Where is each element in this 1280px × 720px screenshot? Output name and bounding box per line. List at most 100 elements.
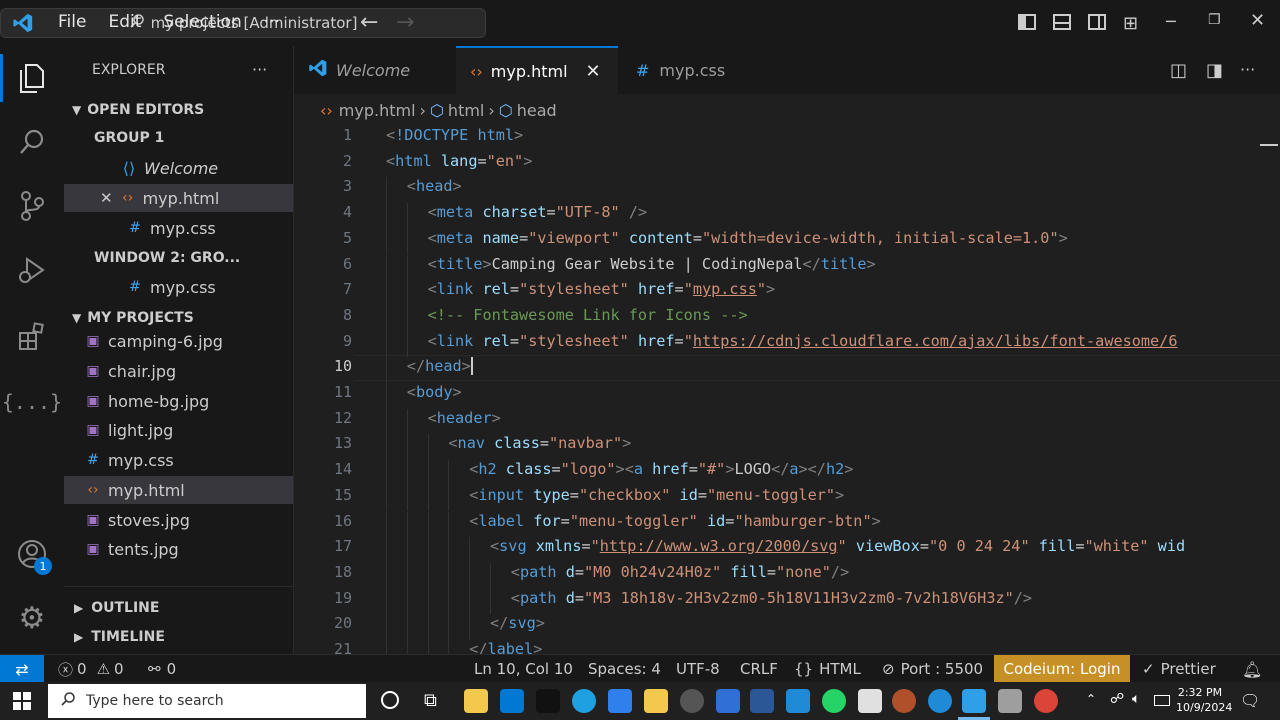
encoding[interactable]: UTF-8 <box>676 655 720 683</box>
open-editor-item[interactable]: ⟨⟩ Welcome <box>64 154 293 182</box>
menu-selection[interactable]: Selection <box>163 12 241 32</box>
code-line[interactable]: <!-- Fontawesome Link for Icons --> <box>428 306 748 324</box>
code-line[interactable]: <nav class="navbar"> <box>448 434 631 452</box>
problems-indicator[interactable]: ⓧ 0 ⚠ 0 <box>58 655 124 683</box>
breadcrumb-file[interactable]: myp.html <box>339 101 416 120</box>
tab-myp-html[interactable]: ‹› myp.html ✕ <box>456 46 618 94</box>
timeline-header[interactable]: ▶ TIMELINE <box>64 623 293 651</box>
menu-more[interactable]: ··· <box>264 12 280 32</box>
code-line[interactable]: <link rel="stylesheet" href="myp.css"> <box>428 280 776 298</box>
edge-icon[interactable] <box>572 689 596 713</box>
customize-layout-icon[interactable]: ⊞ <box>1123 13 1138 34</box>
live-server-port[interactable]: ⊘ Port : 5500 <box>882 655 983 683</box>
code-line[interactable]: <path d="M0 0h24v24H0z" fill="none"/> <box>511 563 849 581</box>
network-icon[interactable]: ☍ <box>1110 691 1124 707</box>
indentation[interactable]: Spaces: 4 <box>588 655 661 683</box>
settings-gear-icon[interactable]: ⚙ <box>14 600 50 636</box>
search-view-icon[interactable] <box>14 124 50 160</box>
file-item[interactable]: ▣ tents.jpg <box>64 535 293 563</box>
notification-center-icon[interactable]: 🗨︎ <box>1240 691 1260 710</box>
cursor-position[interactable]: Ln 10, Col 10 <box>474 655 573 683</box>
open-editor-item[interactable]: # myp.css <box>64 273 293 301</box>
open-preview-icon[interactable]: ◫ <box>1170 60 1187 81</box>
cortana-icon[interactable] <box>381 691 399 709</box>
toggle-primary-sidebar-icon[interactable] <box>1018 14 1036 30</box>
code-line[interactable]: <link rel="stylesheet" href="https://cdn… <box>428 332 1178 350</box>
taskbar-clock[interactable]: 2:32 PM 10/9/2024 <box>1176 685 1232 715</box>
breadcrumb-head[interactable]: head <box>517 101 557 120</box>
source-control-icon[interactable] <box>14 188 50 224</box>
code-line[interactable]: <meta name="viewport" content="width=dev… <box>428 229 1068 247</box>
chrome-icon[interactable] <box>1034 689 1058 713</box>
minimize-icon[interactable]: ─ <box>1166 12 1176 31</box>
code-line[interactable]: <path d="M3 18h18v-2H3v2zm0-5h18V11H3v2z… <box>511 589 1032 607</box>
app-icon[interactable] <box>998 689 1022 713</box>
explorer-more-button[interactable]: ··· <box>252 60 267 79</box>
code-line[interactable]: <h2 class="logo"><a href="#">LOGO</a></h… <box>469 460 853 478</box>
breadcrumb-html[interactable]: html <box>448 101 484 120</box>
volume-icon[interactable]: 🔈︎ <box>1132 691 1140 707</box>
code-line[interactable]: <label for="menu-toggler" id="hamburger-… <box>469 512 881 530</box>
file-explorer-icon[interactable] <box>644 689 668 713</box>
windows-start-icon[interactable] <box>13 692 31 710</box>
extensions-icon[interactable] <box>14 318 50 354</box>
app-icon[interactable] <box>858 689 882 713</box>
app-icon[interactable] <box>786 689 810 713</box>
code-line[interactable]: <title>Camping Gear Website | CodingNepa… <box>428 255 876 273</box>
prettier-status[interactable]: ✓ Prettier <box>1142 655 1216 683</box>
tab-welcome[interactable]: Welcome <box>294 46 454 94</box>
outline-header[interactable]: ▶ OUTLINE <box>64 594 293 622</box>
ports-indicator[interactable]: ⚯ 0 <box>148 655 176 683</box>
task-view-icon[interactable]: ⧉ <box>424 690 437 711</box>
run-debug-icon[interactable] <box>14 252 50 288</box>
restore-icon[interactable]: ❐ <box>1208 12 1221 28</box>
taskbar-search-box[interactable]: Type here to search <box>48 684 366 718</box>
app-icon[interactable] <box>500 689 524 713</box>
json-tools-icon[interactable]: {...} <box>2 384 62 420</box>
file-item[interactable]: ‹› myp.html <box>64 476 293 504</box>
code-line[interactable]: </label> <box>469 640 542 654</box>
code-line[interactable]: <meta charset="UTF-8" /> <box>428 203 648 221</box>
file-item[interactable]: ▣ home-bg.jpg <box>64 387 293 415</box>
chevron-up-icon[interactable]: ⌃ <box>1086 692 1096 706</box>
mail-icon[interactable] <box>608 689 632 713</box>
split-editor-icon[interactable]: ◨ <box>1206 60 1223 81</box>
code-line[interactable]: <header> <box>428 409 501 427</box>
close-tab-icon[interactable]: ✕ <box>586 61 601 82</box>
code-line[interactable]: <body> <box>407 383 462 401</box>
file-item[interactable]: ▣ camping-6.jpg <box>64 327 293 355</box>
code-line[interactable]: <html lang="en"> <box>386 152 532 170</box>
editor-scrollbar[interactable] <box>1260 144 1278 146</box>
editor-more-icon[interactable]: ··· <box>1240 60 1255 79</box>
close-window-icon[interactable]: ✕ <box>1250 10 1265 31</box>
app-icon[interactable] <box>716 689 740 713</box>
remote-indicator[interactable]: ⇄ <box>0 655 44 683</box>
line-ending[interactable]: CRLF <box>740 655 778 683</box>
app-icon[interactable] <box>680 689 704 713</box>
codeium-login[interactable]: Codeium: Login <box>994 655 1130 683</box>
file-item[interactable]: # myp.css <box>64 446 293 474</box>
word-icon[interactable] <box>750 689 774 713</box>
code-line[interactable]: </head> <box>407 357 473 376</box>
file-item[interactable]: ▣ light.jpg <box>64 416 293 444</box>
vscode-taskbar-icon[interactable] <box>962 689 986 713</box>
app-icon[interactable] <box>892 689 916 713</box>
battery-icon[interactable] <box>1154 695 1170 706</box>
explorer-icon[interactable] <box>14 60 50 96</box>
close-icon[interactable]: ✕ <box>100 189 113 207</box>
code-line[interactable]: <svg xmlns="http://www.w3.org/2000/svg" … <box>490 537 1185 555</box>
code-line[interactable]: <!DOCTYPE html> <box>386 126 523 144</box>
app-icon[interactable] <box>464 689 488 713</box>
file-item[interactable]: ▣ stoves.jpg <box>64 506 293 534</box>
code-line[interactable]: <head> <box>407 177 462 195</box>
menu-file[interactable]: File <box>58 12 86 32</box>
open-editor-item[interactable]: ✕ ‹› myp.html <box>64 184 293 212</box>
file-item[interactable]: ▣ chair.jpg <box>64 357 293 385</box>
code-editor[interactable]: 1 <!DOCTYPE html> 2 <html lang="en"> 3 <head>… <box>294 124 1280 654</box>
tiktok-icon[interactable] <box>536 689 560 713</box>
whatsapp-icon[interactable] <box>822 689 846 713</box>
back-arrow-icon[interactable]: ← <box>360 10 378 35</box>
code-line[interactable]: <input type="checkbox" id="menu-toggler"… <box>469 486 844 504</box>
code-line[interactable]: </svg> <box>490 614 545 632</box>
open-editors-header[interactable]: ▼ OPEN EDITORS <box>64 96 293 124</box>
